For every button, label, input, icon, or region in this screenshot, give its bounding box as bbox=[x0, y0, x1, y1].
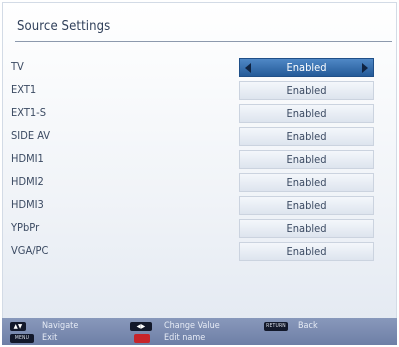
source-label: TV bbox=[11, 60, 24, 73]
back-hint: Back bbox=[298, 321, 318, 331]
source-value-selector[interactable]: Enabled bbox=[239, 58, 374, 77]
source-label: HDMI3 bbox=[11, 198, 44, 211]
source-row-ypbpr[interactable]: YPbPr Enabled bbox=[11, 219, 377, 239]
source-value[interactable]: Enabled bbox=[239, 173, 374, 192]
arrow-left-icon[interactable] bbox=[245, 63, 251, 73]
up-down-arrows-icon: ▲▼ bbox=[10, 322, 26, 331]
source-label: SIDE AV bbox=[11, 129, 51, 142]
source-label: EXT1-S bbox=[11, 106, 47, 119]
edit-name-hint: Edit name bbox=[164, 333, 206, 343]
source-value[interactable]: Enabled bbox=[239, 219, 374, 238]
source-row-hdmi1[interactable]: HDMI1 Enabled bbox=[11, 150, 377, 170]
exit-hint: Exit bbox=[42, 333, 58, 343]
source-row-ext1[interactable]: EXT1 Enabled bbox=[11, 81, 377, 101]
left-right-arrows-icon: ◀▶ bbox=[130, 322, 152, 331]
source-row-hdmi3[interactable]: HDMI3 Enabled bbox=[11, 196, 377, 216]
source-row-tv[interactable]: TV Enabled bbox=[11, 58, 377, 78]
source-label: VGA/PC bbox=[11, 244, 49, 257]
source-value[interactable]: Enabled bbox=[239, 196, 374, 215]
source-value[interactable]: Enabled bbox=[239, 150, 374, 169]
navigate-hint: Navigate bbox=[42, 321, 79, 331]
page-title: Source Settings bbox=[17, 19, 111, 34]
source-row-vga-pc[interactable]: VGA/PC Enabled bbox=[11, 242, 377, 262]
footer-hint-bar: ▲▼ Navigate ◀▶ Change Value RETURN Back … bbox=[2, 318, 397, 345]
source-row-side-av[interactable]: SIDE AV Enabled bbox=[11, 127, 377, 147]
source-value[interactable]: Enabled bbox=[239, 81, 374, 100]
source-value[interactable]: Enabled bbox=[239, 104, 374, 123]
red-button-icon bbox=[134, 334, 150, 343]
arrow-right-icon[interactable] bbox=[362, 63, 368, 73]
title-divider bbox=[15, 41, 392, 42]
source-value[interactable]: Enabled bbox=[239, 242, 374, 261]
source-value[interactable]: Enabled bbox=[239, 127, 374, 146]
menu-key-icon: MENU bbox=[10, 334, 34, 343]
return-key-icon: RETURN bbox=[264, 322, 288, 331]
source-row-ext1-s[interactable]: EXT1-S Enabled bbox=[11, 104, 377, 124]
source-value: Enabled bbox=[286, 61, 327, 74]
change-value-hint: Change Value bbox=[164, 321, 220, 331]
source-label: HDMI1 bbox=[11, 152, 44, 165]
source-label: YPbPr bbox=[11, 221, 40, 234]
source-row-hdmi2[interactable]: HDMI2 Enabled bbox=[11, 173, 377, 193]
source-label: HDMI2 bbox=[11, 175, 44, 188]
source-label: EXT1 bbox=[11, 83, 37, 96]
source-settings-panel: Source Settings TV Enabled EXT1 Enabled … bbox=[2, 2, 397, 345]
